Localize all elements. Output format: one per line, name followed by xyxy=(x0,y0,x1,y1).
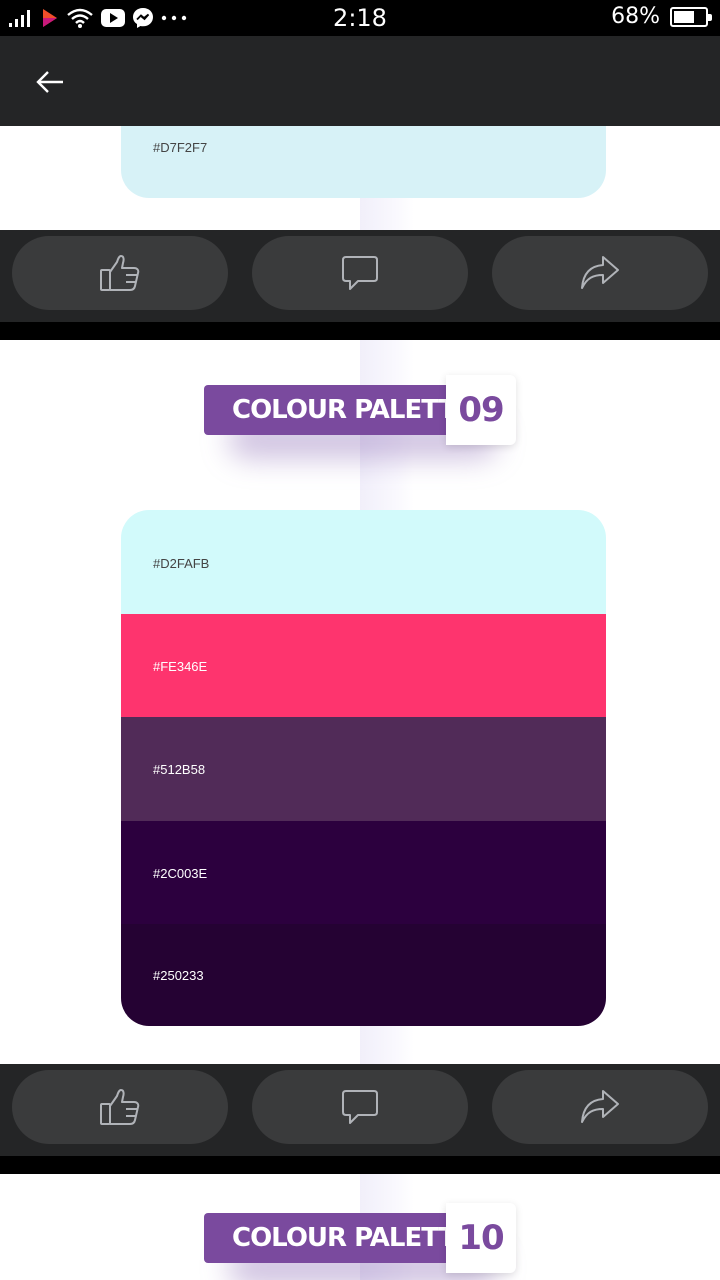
palette-title-badge: COLOUR PALETTE 10 xyxy=(204,1203,516,1280)
post-action-bar xyxy=(0,1064,720,1156)
like-button[interactable] xyxy=(12,236,228,310)
badge-number: 10 xyxy=(446,1203,516,1273)
post-separator xyxy=(0,1156,720,1174)
like-button[interactable] xyxy=(12,1070,228,1144)
post-image-palette-08: #D7F2F7 xyxy=(0,126,720,230)
badge-number: 09 xyxy=(446,375,516,445)
back-button[interactable] xyxy=(26,60,74,104)
swatch-code: #2C003E xyxy=(153,866,208,881)
badge-label: COLOUR PALETTE xyxy=(232,1223,473,1253)
share-button[interactable] xyxy=(492,236,708,310)
share-icon xyxy=(581,256,619,289)
arrow-left-icon xyxy=(36,71,63,93)
swatch-code: #FE346E xyxy=(153,659,208,674)
swatch-3: #512B58 xyxy=(121,717,606,821)
badge-label: COLOUR PALETTE xyxy=(232,395,473,425)
palette-title-badge: COLOUR PALETTE 09 xyxy=(204,375,516,459)
post-image-palette-10: COLOUR PALETTE 10 xyxy=(0,1174,720,1280)
battery-level xyxy=(674,10,695,23)
status-bar: 2:18 68% xyxy=(0,0,720,36)
share-icon xyxy=(581,1090,619,1123)
post-image-palette-09: COLOUR PALETTE 09 #D2FAFB #FE346E #512B5… xyxy=(0,340,720,1064)
thumbs-up-icon xyxy=(100,255,140,291)
swatch-2: #FE346E xyxy=(121,614,606,717)
share-button[interactable] xyxy=(492,1070,708,1144)
status-icons-right: 68% xyxy=(611,4,712,29)
palette-card: #D7F2F7 xyxy=(121,126,606,198)
palette-card: #D2FAFB #FE346E #512B58 #2C003E #250233 xyxy=(121,510,606,1026)
thumbs-up-icon xyxy=(100,1089,140,1125)
swatch-code: #250233 xyxy=(153,968,204,983)
swatch-code: #D7F2F7 xyxy=(153,140,208,155)
swatch-code: #D2FAFB xyxy=(153,556,210,571)
swatch-1: #D2FAFB xyxy=(121,510,606,614)
comment-icon xyxy=(342,1090,378,1124)
swatch-code: #512B58 xyxy=(153,762,206,777)
comment-icon xyxy=(342,256,378,290)
swatch-5: #250233 xyxy=(121,924,606,1026)
post-action-bar xyxy=(0,230,720,322)
battery-percentage: 68% xyxy=(611,4,660,29)
swatch-4: #2C003E xyxy=(121,821,606,924)
comment-button[interactable] xyxy=(252,1070,468,1144)
comment-button[interactable] xyxy=(252,236,468,310)
battery-icon xyxy=(670,6,712,27)
app-bar xyxy=(0,36,720,126)
post-separator xyxy=(0,322,720,340)
